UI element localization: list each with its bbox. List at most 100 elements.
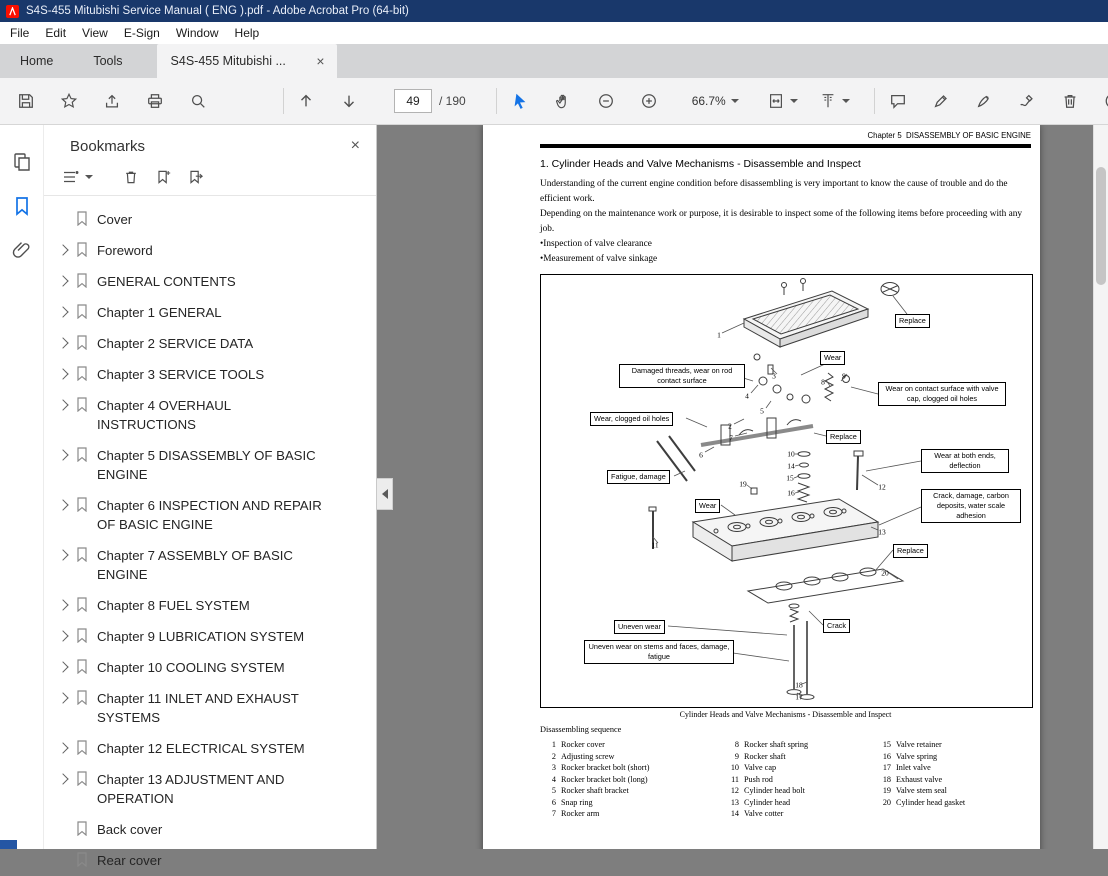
select-tool-button[interactable]	[506, 87, 534, 115]
bookmark-item[interactable]: Chapter 2 SERVICE DATA	[44, 328, 376, 359]
zoom-level-dropdown[interactable]: 66.7%	[692, 94, 739, 108]
zoom-in-button[interactable]	[635, 87, 663, 115]
zoom-out-button[interactable]	[592, 87, 620, 115]
menu-item[interactable]: E-Sign	[116, 22, 168, 44]
bookmark-item[interactable]: Chapter 5 DISASSEMBLY OF BASIC ENGINE	[44, 440, 376, 490]
bookmark-item[interactable]: Chapter 3 SERVICE TOOLS	[44, 359, 376, 390]
part-number: 3	[772, 372, 776, 381]
hand-tool-button[interactable]	[549, 87, 577, 115]
bookmark-item[interactable]: Chapter 9 LUBRICATION SYSTEM	[44, 621, 376, 652]
pages-panel-button[interactable]	[7, 147, 37, 177]
bookmark-item[interactable]: Cover	[44, 204, 376, 235]
fill-sign-button[interactable]	[1013, 87, 1041, 115]
chevron-right-icon[interactable]	[57, 692, 68, 703]
sequence-name: Valve spring	[896, 751, 937, 763]
chevron-right-icon[interactable]	[57, 499, 68, 510]
menu-item[interactable]: Help	[227, 22, 268, 44]
comment-button[interactable]	[884, 87, 912, 115]
bookmark-item[interactable]: Chapter 6 INSPECTION AND REPAIR OF BASIC…	[44, 490, 376, 540]
chevron-right-icon[interactable]	[57, 306, 68, 317]
bookmark-icon	[76, 335, 88, 350]
sequence-number: 16	[875, 751, 891, 763]
search-button[interactable]	[184, 87, 212, 115]
part-number: 2	[728, 422, 732, 431]
bookmark-item[interactable]: Chapter 7 ASSEMBLY OF BASIC ENGINE	[44, 540, 376, 590]
bookmark-item[interactable]: Chapter 13 ADJUSTMENT AND OPERATION	[44, 764, 376, 814]
sequence-item: 9Rocker shaft	[723, 751, 808, 763]
tab-home[interactable]: Home	[0, 44, 73, 78]
tab-document[interactable]: S4S-455 Mitubishi ... ×	[157, 44, 337, 78]
close-tab-icon[interactable]: ×	[314, 53, 326, 69]
bookmark-icon	[76, 273, 88, 288]
chevron-right-icon[interactable]	[57, 449, 68, 460]
bookmark-item[interactable]: Chapter 12 ELECTRICAL SYSTEM	[44, 733, 376, 764]
chevron-right-icon[interactable]	[57, 773, 68, 784]
sequence-number: 20	[875, 797, 891, 809]
pdf-page: Chapter 5 DISASSEMBLY OF BASIC ENGINE 1.…	[483, 125, 1040, 849]
chevron-right-icon[interactable]	[57, 244, 68, 255]
page-down-button[interactable]	[335, 87, 363, 115]
save-button[interactable]	[12, 87, 40, 115]
chevron-right-icon[interactable]	[57, 630, 68, 641]
sequence-number: 13	[723, 797, 739, 809]
scrollbar-thumb[interactable]	[1096, 167, 1106, 285]
chevron-right-icon[interactable]	[57, 599, 68, 610]
sequence-title: Disassembling sequence	[540, 725, 621, 734]
chevron-right-icon[interactable]	[57, 399, 68, 410]
bookmark-icon	[76, 366, 88, 381]
bookmark-item[interactable]: Chapter 4 OVERHAUL INSTRUCTIONS	[44, 390, 376, 440]
vertical-scrollbar[interactable]	[1093, 125, 1108, 849]
sequence-item: 17Inlet valve	[875, 762, 965, 774]
attachments-panel-button[interactable]	[7, 235, 37, 265]
chevron-right-icon[interactable]	[57, 742, 68, 753]
menu-item[interactable]: Window	[168, 22, 227, 44]
tab-tools[interactable]: Tools	[73, 44, 142, 78]
menu-item[interactable]: View	[74, 22, 116, 44]
sign-button[interactable]	[970, 87, 998, 115]
chevron-right-icon[interactable]	[57, 275, 68, 286]
bookmark-label: Chapter 2 SERVICE DATA	[97, 334, 253, 353]
chevron-right-icon[interactable]	[57, 549, 68, 560]
bookmark-item[interactable]: Foreword	[44, 235, 376, 266]
chevron-right-icon[interactable]	[57, 661, 68, 672]
delete-button[interactable]	[1056, 87, 1084, 115]
bookmark-item[interactable]: GENERAL CONTENTS	[44, 266, 376, 297]
document-canvas[interactable]: Chapter 5 DISASSEMBLY OF BASIC ENGINE 1.…	[377, 125, 1108, 849]
page-number-input[interactable]	[394, 89, 432, 113]
new-bookmark-button[interactable]	[155, 169, 171, 185]
highlight-button[interactable]	[927, 87, 955, 115]
chevron-right-icon[interactable]	[57, 337, 68, 348]
chevron-right-icon[interactable]	[57, 368, 68, 379]
menubar: FileEditViewE-SignWindowHelp	[0, 22, 1108, 44]
bookmark-label: Chapter 5 DISASSEMBLY OF BASIC ENGINE	[97, 446, 329, 484]
part-number: 6	[699, 451, 703, 460]
section-title: 1. Cylinder Heads and Valve Mechanisms -…	[540, 158, 861, 170]
bookmark-item[interactable]: Chapter 1 GENERAL	[44, 297, 376, 328]
bookmark-item[interactable]: Chapter 10 COOLING SYSTEM	[44, 652, 376, 683]
sequence-name: Valve cap	[744, 762, 776, 774]
menu-item[interactable]: File	[2, 22, 37, 44]
more-tools-button[interactable]	[1099, 87, 1108, 115]
share-button[interactable]	[98, 87, 126, 115]
collapse-panel-button[interactable]	[377, 478, 393, 510]
bookmark-item[interactable]: Rear cover	[44, 845, 376, 876]
bookmark-item[interactable]: Chapter 11 INLET AND EXHAUST SYSTEMS	[44, 683, 376, 733]
page-up-button[interactable]	[292, 87, 320, 115]
bookmark-options-button[interactable]	[62, 169, 93, 185]
bookmark-item[interactable]: Chapter 8 FUEL SYSTEM	[44, 590, 376, 621]
bookmarks-panel-button[interactable]	[7, 191, 37, 221]
menu-item[interactable]: Edit	[37, 22, 74, 44]
part-number: 11	[651, 541, 658, 550]
close-panel-icon[interactable]: ×	[351, 137, 360, 155]
page-view-dropdown[interactable]	[819, 92, 850, 110]
delete-bookmark-button[interactable]	[123, 169, 139, 185]
bookmarks-toolbar	[44, 159, 376, 193]
print-button[interactable]	[141, 87, 169, 115]
star-button[interactable]	[55, 87, 83, 115]
bookmark-icon	[76, 597, 88, 612]
window-title: S4S-455 Mitubishi Service Manual ( ENG )…	[26, 5, 409, 17]
fit-width-dropdown[interactable]	[767, 92, 798, 110]
goto-bookmark-button[interactable]	[187, 169, 203, 185]
bookmark-item[interactable]: Back cover	[44, 814, 376, 845]
figure-callout: Crack, damage, carbon deposits, water sc…	[921, 489, 1021, 523]
